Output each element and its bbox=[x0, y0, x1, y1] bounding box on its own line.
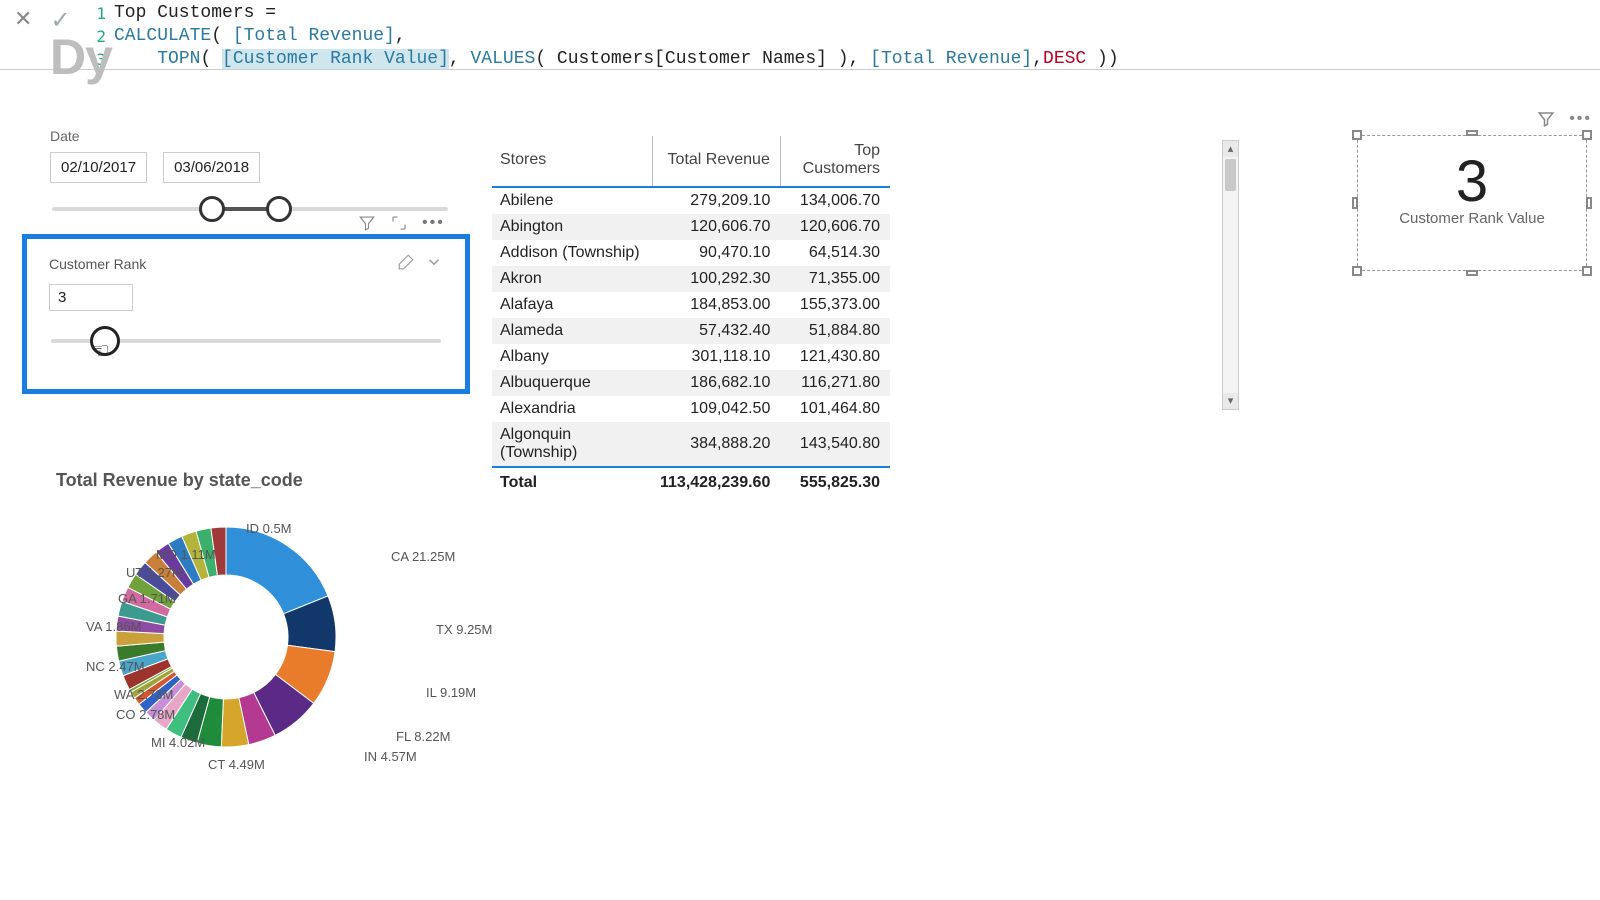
date-slicer: Date 02/10/2017 03/06/2018 bbox=[50, 128, 450, 221]
donut-slice[interactable] bbox=[226, 527, 328, 614]
date-from-input[interactable]: 02/10/2017 bbox=[50, 152, 147, 183]
table-row[interactable]: Abilene279,209.10134,006.70 bbox=[492, 187, 890, 214]
table-scrollbar[interactable]: ▴ ▾ bbox=[1222, 140, 1239, 410]
selection-outline bbox=[1357, 135, 1587, 271]
donut-label: IN 4.57M bbox=[364, 749, 417, 764]
report-title-fragment: Dy bbox=[50, 28, 112, 86]
donut-label: TX 9.25M bbox=[436, 622, 492, 637]
scroll-down-icon[interactable]: ▾ bbox=[1223, 393, 1238, 409]
line-number: 1 bbox=[92, 2, 114, 25]
formula-cancel-button[interactable]: ✕ bbox=[14, 6, 32, 32]
donut-label: MI 4.02M bbox=[151, 735, 205, 750]
donut-label: CO 2.78M bbox=[116, 707, 175, 722]
clear-selection-icon[interactable] bbox=[397, 253, 415, 274]
chevron-down-icon[interactable] bbox=[425, 253, 443, 274]
table-row[interactable]: Albany301,118.10121,430.80 bbox=[492, 344, 890, 370]
filter-icon[interactable] bbox=[1537, 110, 1555, 133]
table-row[interactable]: Algonquin (Township)384,888.20143,540.80 bbox=[492, 422, 890, 467]
table-row[interactable]: Albuquerque186,682.10116,271.80 bbox=[492, 370, 890, 396]
table-row[interactable]: Alameda57,432.4051,884.80 bbox=[492, 318, 890, 344]
total-label: Total bbox=[492, 467, 652, 496]
total-topcust: 555,825.30 bbox=[780, 467, 890, 496]
rank-slicer-label: Customer Rank bbox=[49, 256, 146, 272]
donut-label: ID 0.5M bbox=[246, 521, 292, 536]
donut-label: CT 4.49M bbox=[208, 757, 265, 772]
donut-label: GA 1.71M bbox=[118, 591, 176, 606]
date-slicer-label: Date bbox=[50, 128, 450, 144]
formula-editor[interactable]: 1 Top Customers = 2 CALCULATE( [Total Re… bbox=[92, 0, 1600, 69]
selected-token: [Customer Rank Value] bbox=[222, 49, 449, 69]
rank-value-input[interactable]: 3 bbox=[49, 284, 133, 311]
donut-label: FL 8.22M bbox=[396, 729, 450, 744]
total-revenue: 113,428,239.60 bbox=[652, 467, 780, 496]
col-header-revenue[interactable]: Total Revenue bbox=[652, 136, 780, 187]
donut-label: CA 21.25M bbox=[391, 549, 455, 564]
col-header-stores[interactable]: Stores bbox=[492, 136, 652, 187]
revenue-by-state-donut: Total Revenue by state_code CA 21.25MTX … bbox=[56, 470, 476, 787]
scroll-thumb[interactable] bbox=[1225, 159, 1236, 191]
donut-label: NC 2.47M bbox=[86, 659, 145, 674]
donut-label: WA 2.73M bbox=[114, 687, 173, 702]
donut-chart[interactable] bbox=[96, 507, 356, 767]
customer-rank-card[interactable]: 3 Customer Rank Value bbox=[1362, 140, 1582, 266]
donut-label: VA 1.86M bbox=[86, 619, 141, 634]
donut-label: IL 9.19M bbox=[426, 685, 476, 700]
date-slider-handle-end[interactable] bbox=[266, 196, 292, 222]
date-to-input[interactable]: 03/06/2018 bbox=[163, 152, 260, 183]
date-slider-handle-start[interactable] bbox=[199, 196, 225, 222]
formula-bar: ✕ ✓ 1 Top Customers = 2 CALCULATE( [Tota… bbox=[0, 0, 1600, 70]
table-row[interactable]: Addison (Township)90,470.1064,514.30 bbox=[492, 240, 890, 266]
donut-label: UT 1.27M bbox=[126, 565, 183, 580]
stores-table: Stores Total Revenue Top Customers Abile… bbox=[492, 136, 1232, 496]
table-row[interactable]: Alexandria109,042.50101,464.80 bbox=[492, 396, 890, 422]
scroll-up-icon[interactable]: ▴ bbox=[1223, 141, 1238, 157]
donut-title: Total Revenue by state_code bbox=[56, 470, 476, 491]
table-row[interactable]: Akron100,292.3071,355.00 bbox=[492, 266, 890, 292]
col-header-topcust[interactable]: Top Customers bbox=[780, 136, 890, 187]
table-row[interactable]: Abington120,606.70120,606.70 bbox=[492, 214, 890, 240]
date-slider-track[interactable] bbox=[52, 207, 448, 211]
donut-label: MO 1.11M bbox=[156, 547, 216, 562]
table-row[interactable]: Alafaya184,853.00155,373.00 bbox=[492, 292, 890, 318]
cursor-icon: ☜ bbox=[90, 338, 110, 364]
customer-rank-slicer: Customer Rank 3 ☜ bbox=[22, 234, 470, 394]
